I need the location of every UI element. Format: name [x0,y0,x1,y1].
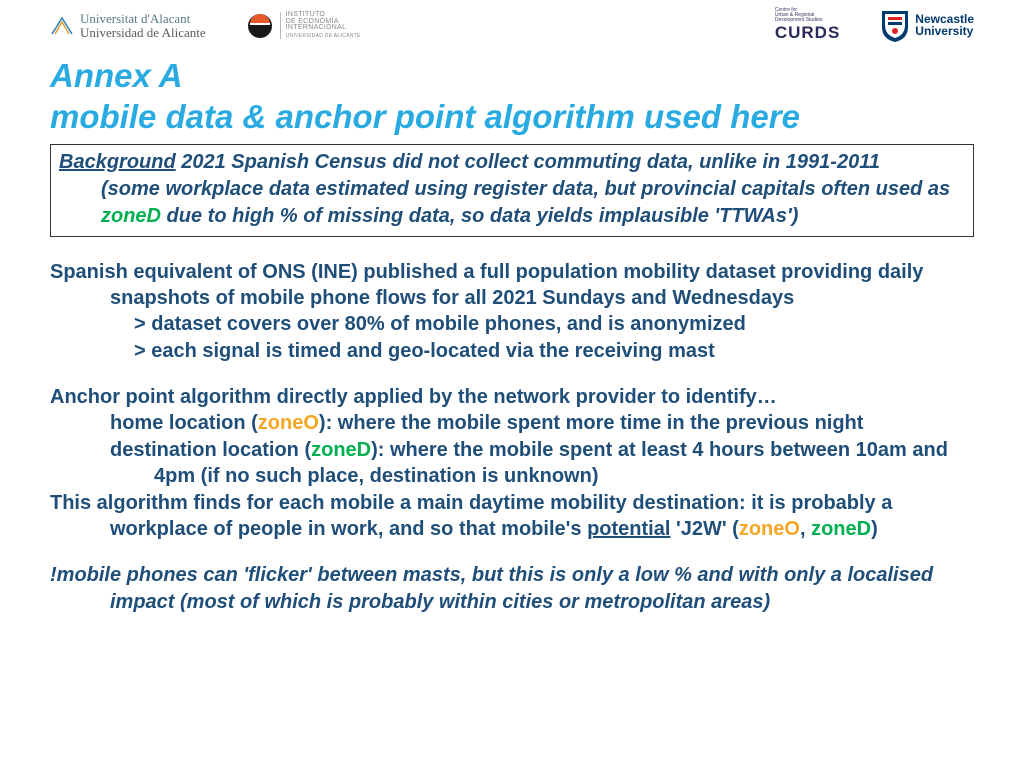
para-j2w: This algorithm finds for each mobile a m… [50,490,974,543]
iei-circle-icon [246,12,274,40]
bg-rest: 2021 Spanish Census did not collect comm… [176,151,880,173]
ua-text-1: Universitat d'Alacant [80,12,206,26]
bullet-coverage: > dataset covers over 80% of mobile phon… [50,311,974,337]
logo-bar: Universitat d'Alacant Universidad de Ali… [0,0,1024,47]
ua-text-2: Universidad de Alicante [80,26,206,40]
background-box: Background 2021 Spanish Census did not c… [50,144,974,237]
curds-logo: Centre for Urban & Regional Development … [775,8,840,43]
home-location: home location (zoneO): where the mobile … [50,410,974,436]
iei-l4: UNIVERSIDAD DE ALICANTE [286,34,361,39]
zoneD-term: zoneD [101,205,161,227]
bg-line2: (some workplace data estimated using reg… [59,176,965,230]
zoneO-term: zoneO [258,412,319,434]
zoneD-term-2: zoneD [311,439,371,461]
ua-logo: Universitat d'Alacant Universidad de Ali… [50,12,206,39]
background-label: Background [59,151,176,173]
title-line1: Annex A [50,57,183,94]
iei-logo: INSTITUTO DE ECONOMÍA INTERNACIONAL UNIV… [246,12,361,40]
bullet-signal: > each signal is timed and geo-located v… [50,338,974,364]
slide-title: Annex A mobile data & anchor point algor… [50,55,974,138]
para-anchor: Anchor point algorithm directly applied … [50,384,974,410]
title-line2: mobile data & anchor point algorithm use… [50,98,800,135]
dest-location: destination location (zoneD): where the … [50,437,974,490]
potential-underline: potential [587,518,670,540]
body-text: Spanish equivalent of ONS (INE) publishe… [50,259,974,616]
iei-l3: INTERNACIONAL [286,25,361,32]
para-flicker: !mobile phones can 'flicker' between mas… [50,562,974,615]
ua-triangle-icon [50,16,74,36]
shield-icon [880,9,910,43]
nu-l2: University [915,26,974,37]
slide-content: Annex A mobile data & anchor point algor… [0,55,1024,615]
curds-label: CURDS [775,23,840,43]
para-ine: Spanish equivalent of ONS (INE) publishe… [50,259,974,312]
newcastle-logo: Newcastle University [880,9,974,43]
